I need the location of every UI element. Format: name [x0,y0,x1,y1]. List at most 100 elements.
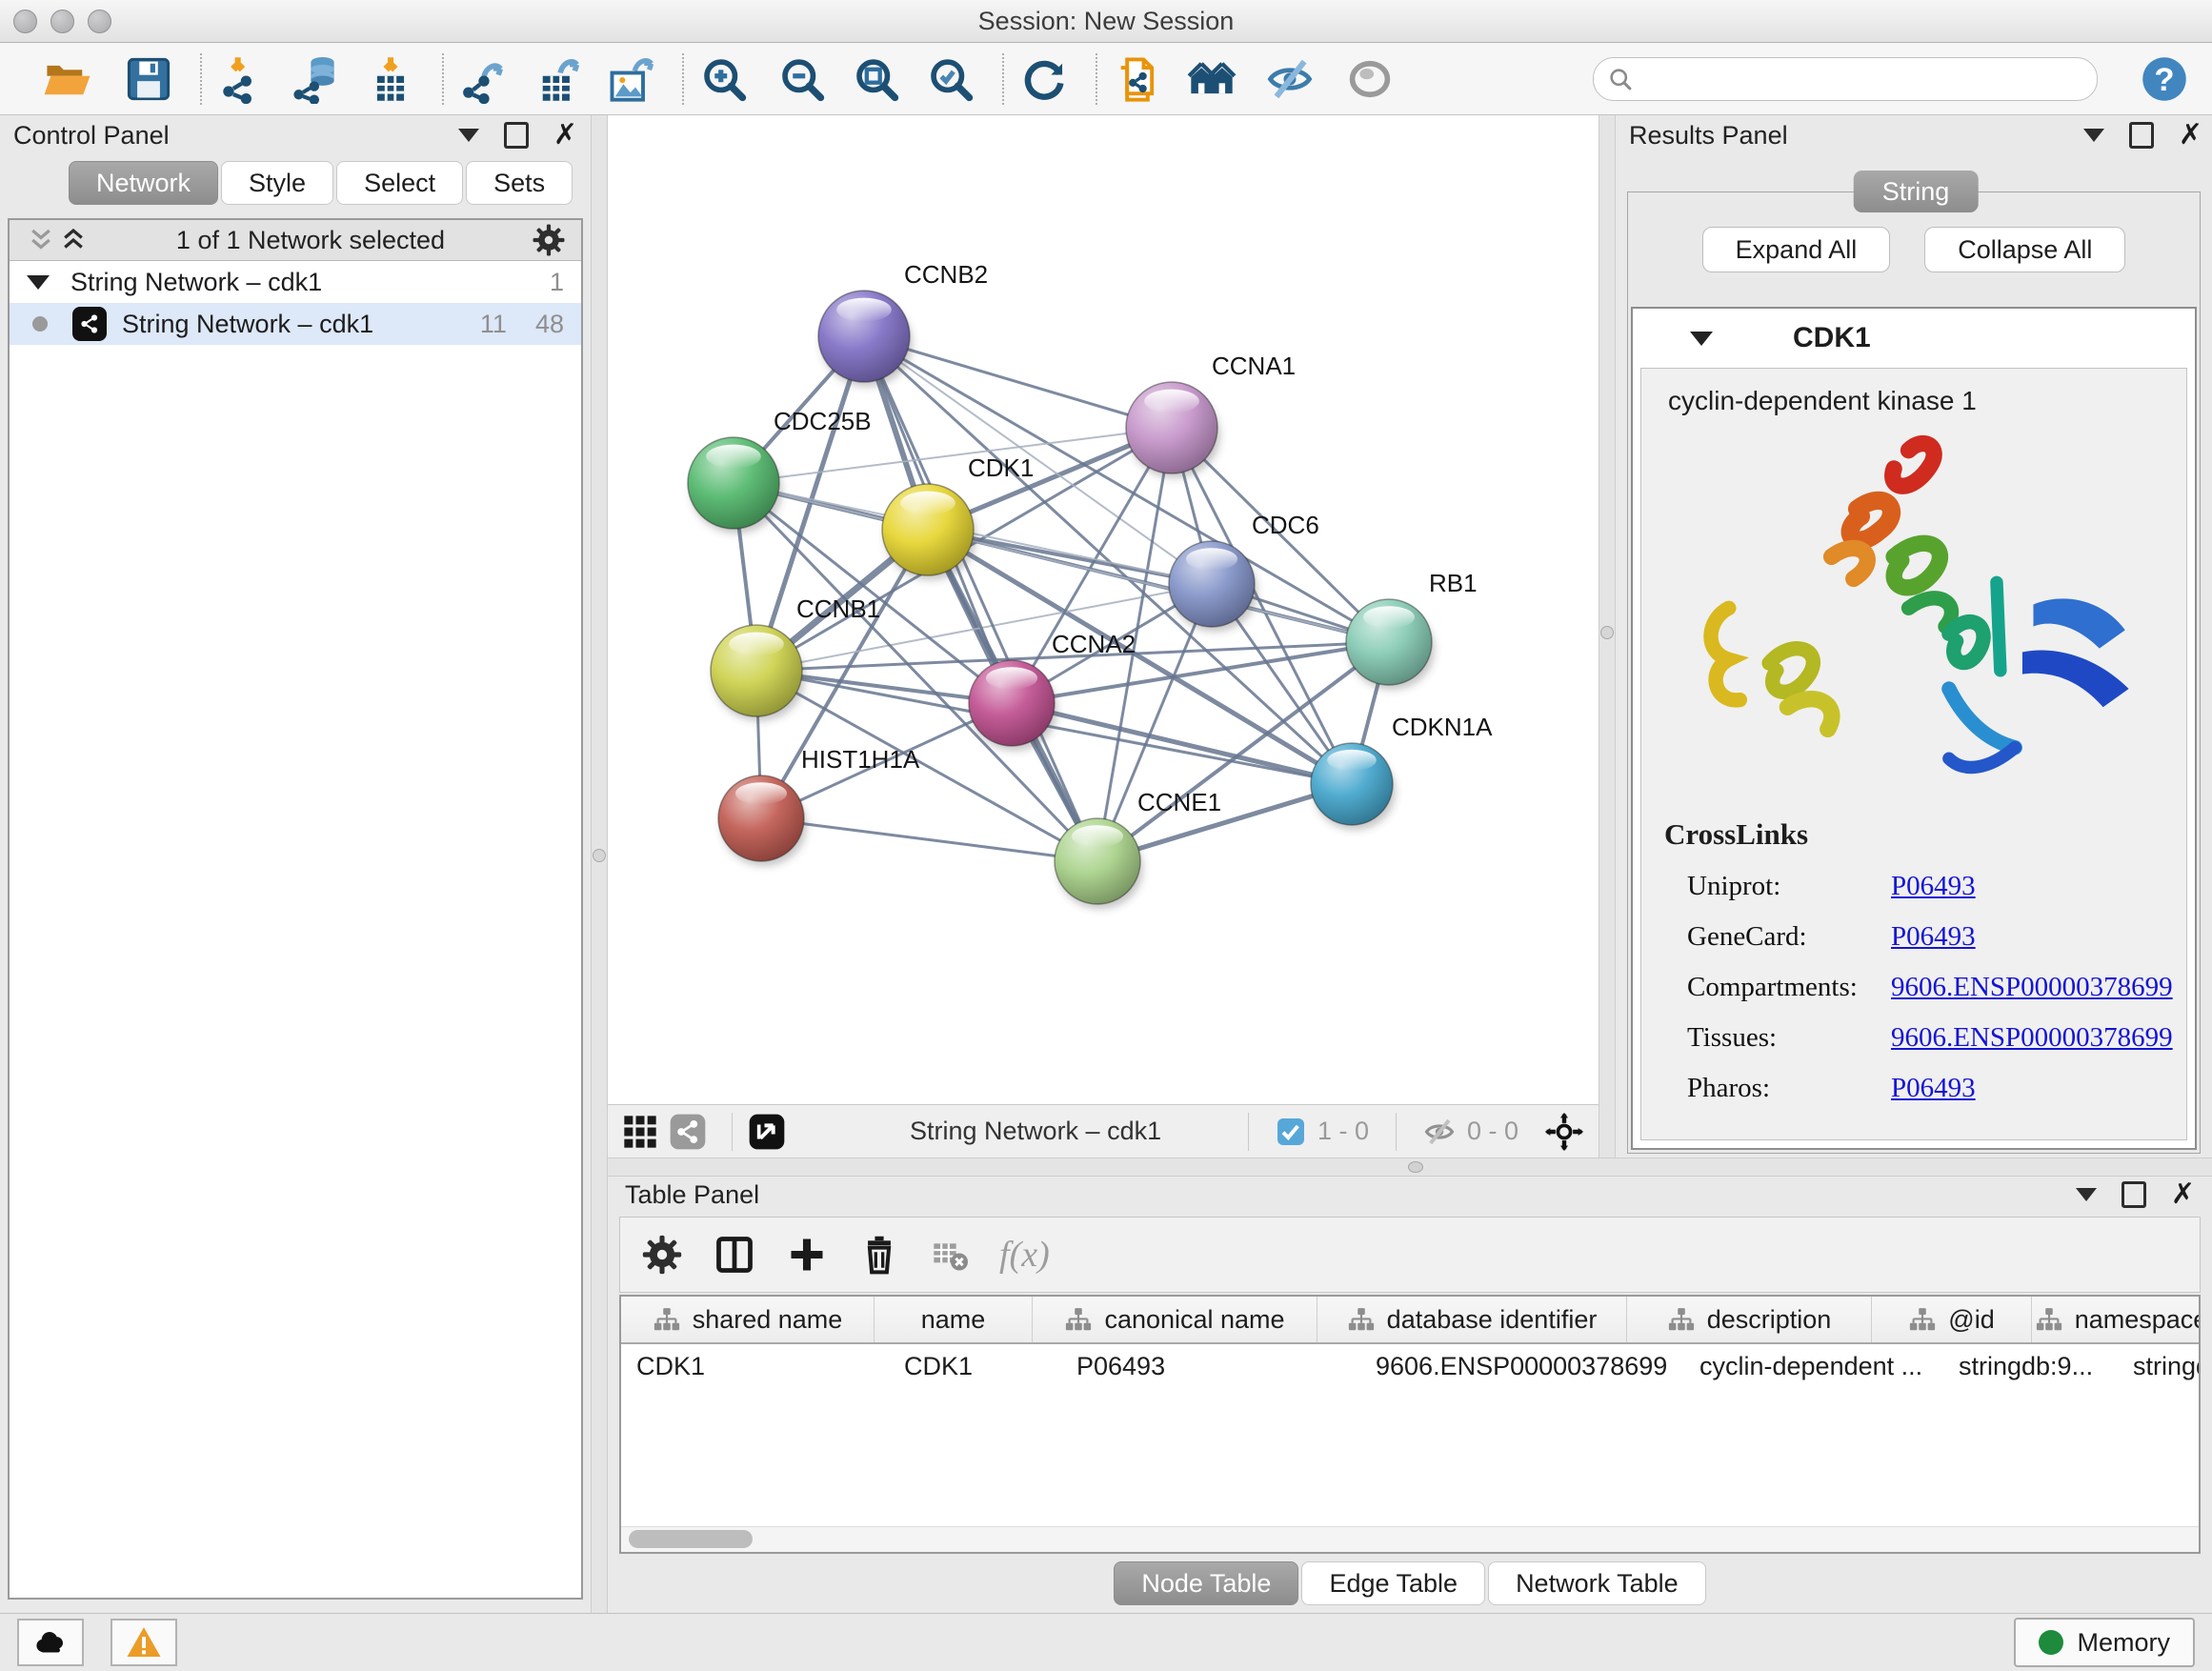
crosslink-link[interactable]: 9606.ENSP00000378699 [1891,1022,2173,1054]
table-cell[interactable]: cyclin-dependent ... [1684,1344,1943,1388]
crosslink-link[interactable]: P06493 [1891,871,1976,902]
open-in-new-window-icon[interactable] [748,1113,786,1151]
network-badge-icon[interactable] [669,1113,707,1151]
tab-network[interactable]: Network [69,161,218,205]
results-panel-menu-icon[interactable] [2083,129,2104,142]
share-document-icon[interactable] [1113,54,1162,104]
control-panel-close-icon[interactable]: ✗ [553,121,577,150]
network-node-CCNA2[interactable] [969,660,1057,751]
network-node-CDK1[interactable] [882,484,976,580]
vertical-splitter-right[interactable] [1599,115,1616,1158]
birdseye-grid-icon[interactable] [621,1113,659,1151]
table-options-gear-icon[interactable] [641,1234,683,1276]
table-cell[interactable]: stringdb:9... [1943,1344,2118,1388]
zoom-selected-icon[interactable] [926,54,975,104]
results-tab-string[interactable]: String [1854,171,1979,212]
table-cell[interactable]: CDK1 [889,1344,1061,1388]
table-panel-float-icon[interactable] [2122,1181,2146,1208]
crosslink-link[interactable]: P06493 [1891,921,1976,953]
network-node-CCNA1[interactable] [1126,382,1220,478]
zoom-in-icon[interactable] [699,54,749,104]
tab-select[interactable]: Select [336,161,463,205]
network-node-CCNE1[interactable] [1055,818,1143,909]
control-panel-float-icon[interactable] [504,122,529,149]
network-canvas[interactable]: CCNB2CCNA1CDC25BCDK1CDC6RB1CCNB1CCNA2CDK… [608,115,1599,1104]
table-horizontal-scrollbar[interactable] [621,1526,2199,1552]
tab-sets[interactable]: Sets [466,161,573,205]
column-header-namespace[interactable]: namespace [2032,1297,2199,1342]
results-panel-close-icon[interactable]: ✗ [2179,121,2202,150]
network-edge-CCNE1-HIST1H1A[interactable] [761,818,1097,861]
table-row[interactable]: CDK1CDK1P064939606.ENSP00000378699cyclin… [621,1344,2199,1388]
column-header-description[interactable]: description [1627,1297,1872,1342]
collapse-all-button[interactable]: Collapse All [1924,227,2125,272]
tab-network-table[interactable]: Network Table [1488,1561,1706,1605]
export-table-icon[interactable] [533,54,583,104]
network-edge-CCNB2-CCNE1[interactable] [864,336,1097,861]
vertical-splitter-left[interactable] [591,115,608,1613]
column-header-id[interactable]: @id [1872,1297,2032,1342]
delete-column-icon[interactable] [858,1234,900,1276]
expand-all-icon[interactable] [57,226,90,254]
results-panel-float-icon[interactable] [2129,122,2154,149]
hidden-eye-icon[interactable] [1423,1116,1456,1148]
network-collection-row[interactable]: String Network – cdk1 1 [10,261,581,303]
collapse-all-icon[interactable] [25,226,57,254]
network-graph[interactable]: CCNB2CCNA1CDC25BCDK1CDC6RB1CCNB1CCNA2CDK… [608,115,1599,1104]
network-node-RB1[interactable] [1346,599,1435,690]
cloud-status-button[interactable] [17,1619,84,1666]
network-node-CDC6[interactable] [1169,541,1257,632]
export-network-icon[interactable] [459,54,509,104]
expand-all-button[interactable]: Expand All [1702,227,1891,272]
column-header-name[interactable]: name [875,1297,1033,1342]
export-image-icon[interactable] [606,54,655,104]
function-builder-icon[interactable]: f(x) [999,1234,1050,1276]
network-edge-CCNA2-CDKN1A[interactable] [1012,703,1352,784]
selected-checkbox-icon[interactable] [1276,1117,1306,1147]
crosslink-link[interactable]: P06493 [1891,1073,1976,1104]
first-neighbors-icon[interactable] [1187,54,1237,104]
import-table-icon[interactable] [366,54,415,104]
scrollbar-thumb[interactable] [629,1530,753,1548]
search-field[interactable] [1593,57,2098,101]
add-column-icon[interactable] [786,1234,828,1276]
table-cell[interactable]: 9606.ENSP00000378699 [1360,1344,1684,1388]
table-cell[interactable]: P06493 [1061,1344,1360,1388]
tab-style[interactable]: Style [221,161,333,205]
delete-table-icon[interactable] [931,1236,969,1274]
tree-options-gear-icon[interactable] [532,223,566,257]
table-panel-menu-icon[interactable] [2076,1188,2097,1201]
column-header-canonicalname[interactable]: canonical name [1033,1297,1317,1342]
network-node-CDC25B[interactable] [688,437,782,534]
open-session-icon[interactable] [42,54,91,104]
hide-selected-icon[interactable] [1265,54,1315,104]
column-header-sharedname[interactable]: shared name [621,1297,875,1342]
network-node-HIST1H1A[interactable] [718,775,807,866]
import-network-file-icon[interactable] [217,54,267,104]
table-cell[interactable]: stringdb [2118,1344,2199,1388]
show-columns-icon[interactable] [714,1234,755,1276]
collection-expand-caret[interactable] [27,275,50,290]
help-icon[interactable]: ? [2140,54,2189,104]
memory-button[interactable]: Memory [2014,1618,2195,1667]
zoom-fit-icon[interactable] [852,54,901,104]
table-panel-close-icon[interactable]: ✗ [2171,1180,2195,1209]
import-network-database-icon[interactable] [292,54,341,104]
table-cell[interactable]: CDK1 [621,1344,889,1388]
tab-edge-table[interactable]: Edge Table [1301,1561,1485,1605]
network-row[interactable]: String Network – cdk1 11 48 [10,303,581,345]
control-panel-menu-icon[interactable] [458,129,479,142]
zoom-out-icon[interactable] [777,54,827,104]
horizontal-splitter[interactable] [608,1158,2212,1177]
gene-section-caret[interactable] [1690,332,1713,346]
fit-content-crosshair-icon[interactable] [1543,1111,1585,1153]
save-session-icon[interactable] [124,54,173,104]
warnings-button[interactable] [111,1619,177,1666]
refresh-icon[interactable] [1019,54,1069,104]
search-input[interactable] [1643,63,2083,94]
column-header-databaseidentifier[interactable]: database identifier [1317,1297,1627,1342]
tab-node-table[interactable]: Node Table [1114,1561,1298,1605]
crosslink-link[interactable]: 9606.ENSP00000378699 [1891,972,2173,1003]
show-all-icon[interactable] [1345,54,1395,104]
network-node-CDKN1A[interactable] [1311,743,1396,830]
